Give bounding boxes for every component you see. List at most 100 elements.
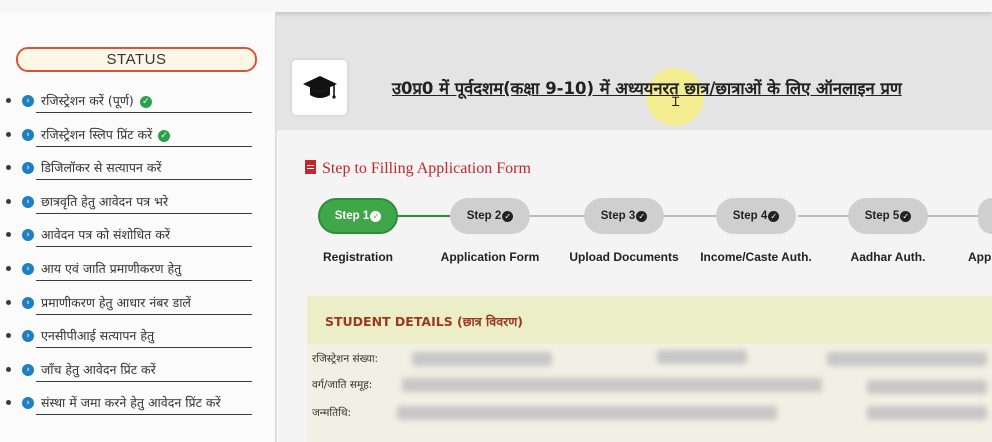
step-label: Step 5: [864, 210, 900, 222]
student-details-title: STUDENT DETAILS (छात्र विवरण): [325, 314, 524, 329]
sidebar-item-label: डिजिलॉकर से सत्यापन करें: [41, 160, 162, 176]
sidebar-item-link[interactable]: आय एवं जाति प्रमाणीकरण हेतु: [41, 260, 181, 277]
redacted-value: [867, 380, 987, 394]
top-bar: [0, 0, 992, 12]
sidebar-item-label: आवेदन पत्र को संशोधित करें: [41, 227, 170, 243]
step-6-button[interactable]: [978, 198, 992, 234]
divider: [36, 145, 252, 147]
arrow-circle-icon: ›: [22, 330, 34, 343]
arrow-circle-icon: ›: [22, 195, 34, 208]
divider: [36, 212, 252, 214]
step-connector: [926, 215, 982, 217]
step-label: Step 2: [466, 210, 502, 222]
check-circle-icon: ✓: [139, 96, 152, 108]
student-details-panel: STUDENT DETAILS (छात्र विवरण) रजिस्ट्रेश…: [307, 296, 992, 442]
student-details-header: STUDENT DETAILS (छात्र विवरण): [307, 296, 992, 344]
field-registration-number: रजिस्ट्रेशन संख्या:: [312, 353, 379, 365]
bullet-dot-icon: [6, 232, 11, 238]
sidebar-item[interactable]: › एनसीपीआई सत्यापन हेतु: [0, 321, 276, 355]
sidebar-item[interactable]: › रजिस्ट्रेशन स्लिप प्रिंट करें ✓: [0, 120, 276, 154]
sidebar-item[interactable]: › डिजिलॉकर से सत्यापन करें: [0, 153, 276, 187]
step-caption: Aadhar Auth.: [850, 250, 926, 264]
sidebar-item-label: प्रमाणीकरण हेतु आधार नंबर डालें: [41, 294, 191, 310]
sidebar: STATUS › रजिस्ट्रेशन करें (पूर्ण) ✓ › रजिस्ट…: [0, 12, 276, 442]
step-label: Step 4: [732, 210, 768, 222]
check-circle-icon: ✓: [900, 211, 912, 222]
sidebar-item-label: एनसीपीआई सत्यापन हेतु: [41, 328, 155, 344]
sidebar-item[interactable]: › आय एवं जाति प्रमाणीकरण हेतु: [0, 254, 276, 288]
sidebar-item-link[interactable]: एनसीपीआई सत्यापन हेतु: [41, 327, 154, 344]
sidebar-item-label: संस्था में जमा करने हेतु आवेदन प्रिंट कर…: [41, 395, 221, 411]
sidebar-item[interactable]: › छात्रवृति हेतु आवेदन पत्र भरे: [0, 187, 276, 221]
divider: [36, 179, 252, 181]
bullet-dot-icon: [6, 198, 11, 204]
section-heading: Step to Filling Application Form: [305, 160, 531, 178]
step-5-button[interactable]: Step 5 ✓: [848, 198, 928, 234]
sidebar-item-label: रजिस्ट्रेशन करें (पूर्ण): [41, 93, 134, 108]
step-caption: App: [968, 250, 992, 264]
logo: [292, 60, 347, 115]
page-title: उ0प्र0 में पूर्वदशम(कक्षा 9-10) में अध्य…: [392, 79, 902, 98]
step-connector: [396, 215, 452, 217]
check-circle-icon: ✓: [158, 129, 171, 142]
step-1-button[interactable]: Step 1 ✓: [318, 198, 398, 234]
step-caption: Upload Documents: [569, 250, 679, 264]
divider: [36, 112, 252, 113]
sidebar-item[interactable]: › संस्था में जमा करने हेतु आवेदन प्रिंट क…: [0, 388, 276, 422]
redacted-value: [402, 378, 822, 392]
document-icon: [305, 160, 316, 174]
divider: [36, 414, 252, 416]
field-category: वर्ग/जाति समूह:: [312, 379, 373, 391]
sidebar-item-link[interactable]: जाँच हेतु आवेदन प्रिंट करें: [41, 361, 156, 378]
redacted-value: [657, 350, 747, 364]
step-2-button[interactable]: Step 2 ✓: [450, 198, 530, 234]
sidebar-item-link[interactable]: रजिस्ट्रेशन करें (पूर्ण) ✓: [41, 92, 152, 109]
sidebar-item[interactable]: › जाँच हेतु आवेदन प्रिंट करें: [0, 355, 276, 389]
divider: [36, 246, 252, 248]
bullet-dot-icon: [6, 131, 11, 137]
divider: [36, 279, 252, 281]
divider: [36, 347, 252, 349]
step-label: Step 1: [334, 210, 370, 222]
sidebar-item[interactable]: › आवेदन पत्र को संशोधित करें: [0, 220, 276, 254]
sidebar-item-link[interactable]: प्रमाणीकरण हेतु आधार नंबर डालें: [41, 294, 191, 311]
bullet-dot-icon: [6, 366, 11, 372]
arrow-circle-icon: ›: [22, 363, 34, 376]
step-3-button[interactable]: Step 3 ✓: [584, 198, 664, 234]
step-4-button[interactable]: Step 4 ✓: [716, 198, 796, 234]
section-title: Step to Filling Application Form: [322, 160, 531, 177]
check-circle-icon: ✓: [636, 211, 648, 222]
sidebar-item-label: रजिस्ट्रेशन स्लिप प्रिंट करें: [41, 126, 153, 142]
arrow-circle-icon: ›: [22, 162, 34, 175]
field-dob: जन्मतिथि:: [312, 407, 352, 419]
sidebar-item-link[interactable]: संस्था में जमा करने हेतु आवेदन प्रिंट कर…: [41, 394, 221, 411]
step-caption: Application Form: [440, 250, 540, 264]
sidebar-item[interactable]: › रजिस्ट्रेशन करें (पूर्ण) ✓: [0, 86, 276, 120]
sidebar-item-label: जाँच हेतु आवेदन प्रिंट करें: [41, 361, 156, 377]
check-circle-icon: ✓: [768, 211, 780, 222]
redacted-value: [827, 352, 987, 366]
sidebar-item-link[interactable]: डिजिलॉकर से सत्यापन करें: [41, 159, 162, 176]
sidebar-item-link[interactable]: आवेदन पत्र को संशोधित करें: [41, 226, 170, 243]
bullet-dot-icon: [6, 265, 11, 271]
sidebar-item[interactable]: › प्रमाणीकरण हेतु आधार नंबर डालें: [0, 288, 276, 322]
arrow-circle-icon: ›: [22, 128, 34, 141]
bullet-dot-icon: [6, 98, 11, 103]
step-label: Step 3: [600, 210, 636, 222]
text-cursor-icon: Ɪ: [672, 94, 680, 109]
sidebar-item-link[interactable]: रजिस्ट्रेशन स्लिप प्रिंट करें ✓: [41, 126, 171, 143]
redacted-value: [412, 352, 552, 366]
arrow-circle-icon: ›: [22, 95, 34, 107]
arrow-circle-icon: ›: [22, 296, 34, 309]
check-circle-icon: ✓: [370, 211, 382, 222]
graduation-cap-icon: [303, 76, 337, 99]
sidebar-item-label: आय एवं जाति प्रमाणीकरण हेतु: [41, 260, 182, 276]
sidebar-item-link[interactable]: छात्रवृति हेतु आवेदन पत्र भरे: [41, 193, 168, 210]
step-connector: [530, 215, 586, 217]
redacted-value: [867, 406, 987, 420]
step-connector: [798, 215, 854, 217]
arrow-circle-icon: ›: [22, 397, 34, 410]
bullet-dot-icon: [6, 400, 11, 406]
step-caption: Registration: [322, 250, 393, 264]
divider: [36, 313, 252, 315]
